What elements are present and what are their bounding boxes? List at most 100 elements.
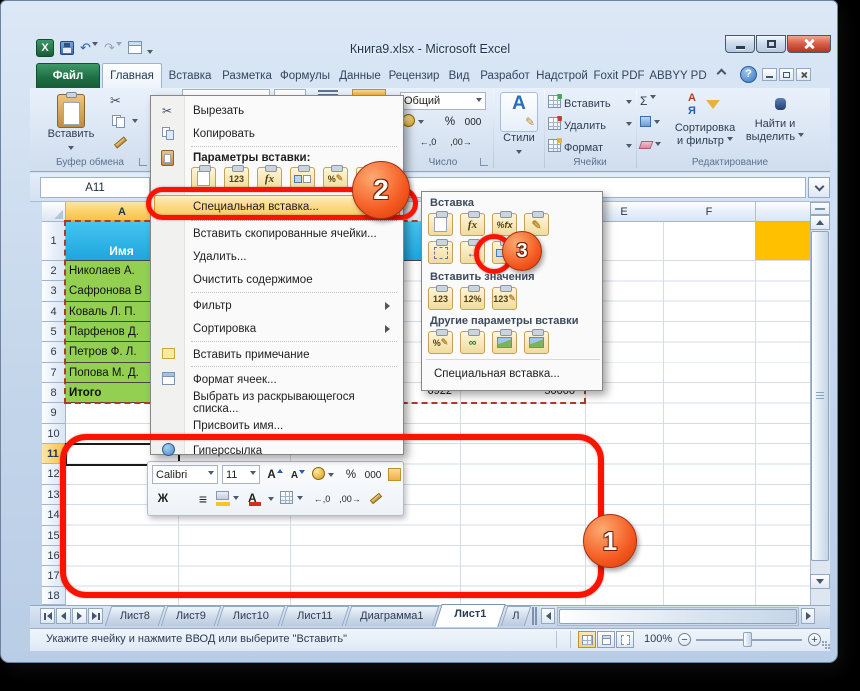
menu-item-format-cells[interactable]: Формат ячеек... (152, 368, 402, 391)
menu-item-insert-copied[interactable]: Вставить скопированные ячейки... (152, 222, 402, 245)
copy-button[interactable] (110, 113, 138, 130)
minimize-button[interactable] (725, 35, 755, 53)
menu-item-cut[interactable]: ✂Вырезать (152, 99, 402, 122)
view-normal-button[interactable] (578, 631, 596, 648)
submenu-item-special-paste[interactable]: Специальная вставка... (423, 362, 603, 386)
number-dialog-launcher[interactable] (480, 158, 488, 166)
percent-style-button[interactable]: % (442, 114, 458, 130)
ribbon-collapse-icon[interactable] (718, 70, 725, 77)
column-header-f[interactable]: F (663, 202, 755, 222)
paste-no-borders-icon[interactable] (428, 241, 453, 264)
hscroll-thumb[interactable] (559, 609, 797, 624)
cells-delete-button[interactable]: Удалить (548, 116, 632, 133)
name-box[interactable]: A11 (40, 177, 150, 198)
row-header-18[interactable]: 18 (42, 587, 66, 605)
cell-g1-orange[interactable] (755, 222, 810, 261)
vscroll-thumb[interactable] (811, 231, 829, 561)
tab-foxit[interactable]: Foxit PDF (590, 63, 648, 88)
tab-addins[interactable]: Надстрой (534, 63, 590, 88)
undo-button[interactable]: ↶ (80, 40, 102, 56)
tab-developer[interactable]: Разработ (476, 63, 534, 88)
increase-decimal-button[interactable]: ←,0 (414, 134, 442, 150)
clipboard-dialog-launcher[interactable] (139, 158, 147, 166)
row-header-4[interactable]: 4 (42, 302, 66, 322)
row-header-2[interactable]: 2 (42, 261, 66, 281)
close-button[interactable] (787, 35, 831, 53)
workbook-close-icon[interactable] (796, 68, 811, 81)
zoom-slider-thumb[interactable] (743, 632, 752, 647)
menu-item-clear[interactable]: Очистить содержимое (152, 268, 402, 291)
menu-item-filter[interactable]: Фильтр (152, 294, 402, 317)
paste-link-icon[interactable]: ∞ (460, 331, 485, 354)
row-header-6[interactable]: 6 (42, 342, 66, 363)
row-header-3[interactable]: 3 (42, 281, 66, 302)
redo-button[interactable]: ↷ (104, 40, 126, 56)
vscroll-down-icon[interactable] (810, 574, 830, 589)
zoom-in-icon[interactable]: + (808, 633, 821, 646)
paste-values-formatting-icon[interactable]: 123✎ (492, 287, 517, 310)
tab-data[interactable]: Данные (334, 63, 386, 88)
paste-formatting-icon[interactable]: %✎ (428, 331, 453, 354)
paste-icon[interactable] (428, 213, 453, 236)
tab-page-layout[interactable]: Разметка (218, 63, 276, 88)
tab-formulas[interactable]: Формулы (276, 63, 334, 88)
menu-item-sort[interactable]: Сортировка (152, 317, 402, 340)
sheet-tab-list10[interactable]: Лист10 (217, 606, 285, 626)
accounting-format-button[interactable] (402, 114, 432, 130)
format-painter-button[interactable] (110, 134, 138, 151)
paste-values-icon[interactable]: 123 (428, 287, 453, 310)
tab-review[interactable]: Рецензир (386, 63, 442, 88)
help-icon[interactable]: ? (740, 66, 757, 83)
clear-button[interactable] (640, 138, 666, 154)
tab-split-handle[interactable] (532, 607, 537, 625)
autosum-button[interactable]: Σ (640, 94, 666, 110)
sheet-nav-first-icon[interactable] (40, 608, 55, 624)
sheet-tab-list9[interactable]: Лист9 (161, 606, 221, 626)
paste-linked-picture-icon[interactable] (524, 331, 549, 354)
paste-values-numfmt-icon[interactable]: 12% (460, 287, 485, 310)
sheet-tab-list8[interactable]: Лист8 (105, 606, 165, 626)
fill-button[interactable] (640, 116, 666, 132)
menu-item-delete[interactable]: Удалить... (152, 245, 402, 268)
paste-button[interactable]: Вставить (38, 91, 104, 157)
cells-insert-button[interactable]: Вставить (548, 94, 632, 111)
zoom-level[interactable]: 100% (644, 633, 672, 645)
excel-logo-icon[interactable]: X (36, 39, 54, 57)
menu-item-pick-from-list[interactable]: Выбрать из раскрывающегося списка... (152, 391, 402, 414)
paste-picture-icon[interactable] (492, 331, 517, 354)
tab-view[interactable]: Вид (442, 63, 476, 88)
tab-insert[interactable]: Вставка (162, 63, 218, 88)
row-header-5[interactable]: 5 (42, 322, 66, 342)
row-header-7[interactable]: 7 (42, 363, 66, 383)
qat-customize-button[interactable] (147, 44, 153, 62)
sheet-tab-list1-active[interactable]: Лист1 (434, 604, 505, 627)
vscroll-up-icon[interactable] (810, 215, 830, 230)
cells-format-button[interactable]: Формат (548, 138, 632, 155)
sheet-nav-prev-icon[interactable] (56, 608, 71, 624)
view-page-break-button[interactable] (616, 631, 634, 648)
row-header-9[interactable]: 9 (42, 403, 66, 424)
number-format-select[interactable]: Общий (400, 92, 486, 110)
styles-button[interactable]: А ✎ Стили (497, 92, 541, 156)
cut-button[interactable]: ✂ (110, 93, 138, 110)
vscroll-split-handle[interactable] (810, 202, 830, 215)
hscroll-left-icon[interactable] (541, 608, 555, 624)
select-all-corner[interactable] (42, 202, 66, 222)
sheet-tab-list11[interactable]: Лист11 (281, 606, 349, 626)
row-header-10[interactable]: 10 (42, 424, 66, 444)
paste-formulas-icon[interactable]: fx (460, 213, 485, 236)
hscroll-right-icon[interactable] (801, 608, 815, 624)
workbook-minimize-icon[interactable] (762, 68, 777, 81)
resize-grip[interactable] (822, 641, 824, 643)
view-page-layout-button[interactable] (597, 631, 615, 648)
tab-home[interactable]: Главная (102, 63, 162, 88)
zoom-out-icon[interactable]: − (678, 633, 691, 646)
sheet-nav-last-icon[interactable] (88, 608, 103, 624)
decrease-decimal-button[interactable]: ,00→ (446, 134, 476, 150)
find-select-button[interactable]: Найти ивыделить (742, 92, 808, 156)
workbook-restore-icon[interactable] (779, 68, 794, 81)
maximize-button[interactable] (756, 35, 786, 53)
tab-abbyy[interactable]: ABBYY PD (648, 63, 708, 88)
tab-file[interactable]: Файл (36, 63, 100, 88)
quick-table-icon[interactable] (128, 41, 142, 54)
